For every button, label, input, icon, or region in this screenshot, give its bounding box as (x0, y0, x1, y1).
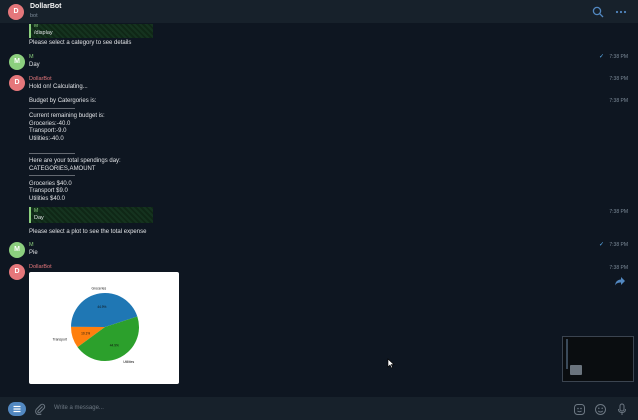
message-time: 7:38 PM (609, 265, 628, 271)
search-icon[interactable] (592, 6, 604, 18)
message-text: Budget by Catergories is: --------------… (29, 98, 121, 202)
sticker-icon[interactable] (573, 403, 586, 416)
reply-quote[interactable]: M Day (29, 207, 153, 223)
pie-category-label: Transport (53, 337, 67, 341)
message-time: 7:38 PM (609, 54, 628, 60)
chat-header: D DollarBot bot (0, 0, 638, 24)
forward-icon[interactable] (614, 276, 626, 286)
message-text: Day (29, 62, 40, 68)
chat-subtitle: bot (30, 13, 38, 19)
message-text: Please select a plot to see the total ex… (29, 229, 147, 235)
reply-sender: M (34, 208, 39, 214)
message-sender[interactable]: M (29, 54, 34, 60)
bot-menu-button[interactable] (8, 402, 26, 416)
message-sender[interactable]: DollarBot (29, 76, 52, 82)
pie-percent-label: 44.9% (110, 343, 119, 347)
message-list[interactable]: M /display Please select a category to s… (0, 24, 638, 396)
reply-sender: M (34, 24, 39, 29)
emoji-icon[interactable] (594, 403, 607, 416)
message-sender[interactable]: M (29, 242, 34, 248)
pie-category-label: Groceries (91, 287, 106, 291)
menu-icon (13, 405, 21, 413)
attach-icon[interactable] (34, 403, 46, 415)
chart-image[interactable]: 44.9% Groceries 10.1% Transport 44.9% Utiliti… (29, 272, 179, 384)
reply-text: Day (34, 215, 44, 221)
check-icon: ✓ (598, 54, 604, 60)
avatar[interactable]: M (9, 54, 25, 70)
message-text: Hold on! Calculating... (29, 84, 88, 90)
preview-image (570, 365, 582, 375)
avatar[interactable]: D (9, 75, 25, 91)
avatar[interactable]: M (9, 242, 25, 258)
chat-title[interactable]: DollarBot (30, 3, 62, 10)
message-time: 7:38 PM (609, 242, 628, 248)
message-text: Pie (29, 250, 38, 256)
message-time: 7:38 PM (609, 98, 628, 104)
chat-avatar[interactable]: D (8, 4, 24, 20)
mouse-cursor-icon (387, 358, 395, 369)
message-text: Please select a category to see details (29, 40, 132, 46)
reply-quote[interactable]: M /display (29, 24, 153, 38)
pie-percent-label: 10.1% (81, 332, 90, 336)
check-icon: ✓ (598, 242, 604, 248)
reply-text: /display (34, 30, 53, 36)
more-icon[interactable] (615, 6, 627, 18)
pie-category-label: Utilities (123, 360, 134, 364)
message-time: 7:38 PM (609, 76, 628, 82)
avatar[interactable]: D (9, 264, 25, 280)
pie-chart: 44.9% Groceries 10.1% Transport 44.9% Utiliti… (53, 287, 139, 364)
preview-scrollbar (566, 339, 568, 369)
message-composer: Write a message... (0, 396, 638, 420)
message-input[interactable]: Write a message... (54, 405, 104, 411)
message-time: 7:38 PM (609, 209, 628, 215)
pie-percent-label: 44.9% (97, 305, 106, 309)
message-sender[interactable]: DollarBot (29, 264, 52, 270)
preview-thumbnail[interactable] (562, 336, 634, 382)
microphone-icon[interactable] (616, 403, 628, 416)
